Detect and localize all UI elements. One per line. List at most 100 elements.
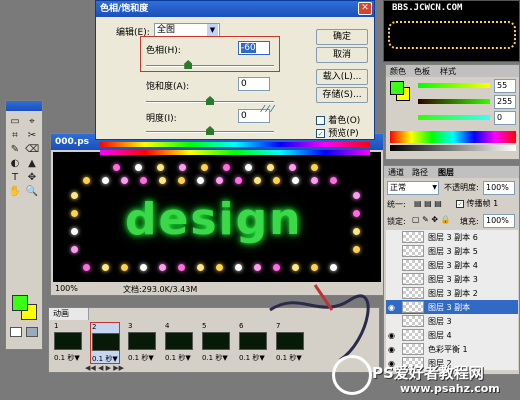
layer-row[interactable]: 图层 3 <box>386 314 518 329</box>
screen-mode-icon[interactable] <box>26 327 38 337</box>
layer-row[interactable]: ◉ 色彩平衡 1 <box>386 342 518 357</box>
tool-8-icon[interactable]: ▲ <box>25 157 39 170</box>
animation-frame[interactable]: 3 0.1 秒▼ <box>127 322 157 364</box>
tab-layers[interactable]: 图层 <box>438 167 454 178</box>
save-settings-button[interactable]: 存储(S)... <box>316 87 368 103</box>
colorize-box[interactable] <box>316 115 325 125</box>
red-value-input[interactable]: 55 <box>494 79 516 93</box>
panel-foreground-swatch[interactable] <box>390 81 404 95</box>
tool-6-icon[interactable]: ⌫ <box>25 143 39 156</box>
visibility-eye-icon[interactable]: ◉ <box>388 302 400 313</box>
close-icon[interactable]: ✕ <box>358 2 372 15</box>
visibility-eye-icon[interactable] <box>388 288 400 299</box>
frame-duration[interactable]: 0.1 秒▼ <box>165 353 191 363</box>
layer-row[interactable]: 图层 3 副本 2 <box>386 286 518 301</box>
cancel-button[interactable]: 取消 <box>316 47 368 63</box>
foreground-color-swatch[interactable] <box>12 295 28 311</box>
preview-box[interactable]: ✓ <box>316 128 325 138</box>
layer-row[interactable]: 图层 3 副本 5 <box>386 244 518 259</box>
fill-value: 100% <box>486 216 509 225</box>
preview-checkbox[interactable]: ✓ 预览(P) <box>316 126 359 139</box>
frame-duration[interactable]: 0.1 秒▼ <box>54 353 80 363</box>
red-slider[interactable] <box>418 83 490 88</box>
edit-select[interactable]: 全图 ▼ <box>154 23 220 37</box>
opacity-input[interactable]: 100% <box>483 181 515 195</box>
layer-thumbnail <box>402 245 424 257</box>
tool-1-icon[interactable]: ▭ <box>8 115 22 128</box>
layer-row[interactable]: ◉ 图层 4 <box>386 328 518 343</box>
lock-icons[interactable]: ▢ ✎ ✥ 🔒 <box>412 215 451 224</box>
colorize-checkbox[interactable]: 着色(O) <box>316 113 360 126</box>
hue-value: -60 <box>241 43 256 53</box>
dialog-titlebar[interactable]: 色相/饱和度 ✕ <box>96 1 374 17</box>
frame-duration[interactable]: 0.1 秒▼ <box>92 354 118 364</box>
tab-swatches[interactable]: 色板 <box>414 66 430 77</box>
blue-value-input[interactable]: 0 <box>494 111 516 125</box>
animation-frame[interactable]: 1 0.1 秒▼ <box>53 322 83 364</box>
visibility-eye-icon[interactable]: ◉ <box>388 344 400 355</box>
frame-number: 6 <box>239 322 244 330</box>
tool-2-icon[interactable]: ⌖ <box>25 115 39 128</box>
frame-duration[interactable]: 0.1 秒▼ <box>202 353 228 363</box>
propagate-checkbox[interactable]: ✓ 传播帧 1 <box>456 198 498 209</box>
animation-frame[interactable]: 2 0.1 秒▼ <box>90 322 120 364</box>
blue-slider[interactable] <box>418 115 490 120</box>
frame-number: 2 <box>92 323 97 331</box>
toolbox-titlebar[interactable] <box>6 101 42 111</box>
document-canvas[interactable]: design <box>53 152 381 282</box>
visibility-eye-icon[interactable] <box>388 274 400 285</box>
hue-input[interactable]: -60 <box>238 41 270 55</box>
eyedropper-icon[interactable]: ⁄ ⁄ ⁄ <box>262 104 273 115</box>
visibility-eye-icon[interactable] <box>388 246 400 257</box>
visibility-eye-icon[interactable] <box>388 316 400 327</box>
visibility-eye-icon[interactable] <box>388 260 400 271</box>
zoom-level[interactable]: 100% <box>55 284 78 293</box>
tool-3-icon[interactable]: ⌗ <box>8 129 22 142</box>
layer-name: 图层 3 副本 <box>428 303 471 312</box>
tool-11-icon[interactable]: ✋ <box>8 185 22 198</box>
layer-row[interactable]: 图层 3 副本 6 <box>386 230 518 245</box>
hue-slider-track[interactable] <box>146 65 274 67</box>
propagate-box[interactable]: ✓ <box>456 199 464 208</box>
chevron-down-icon[interactable]: ▼ <box>207 24 218 36</box>
fill-input[interactable]: 100% <box>483 214 515 228</box>
tool-10-icon[interactable]: ✥ <box>25 171 39 184</box>
saturation-slider-thumb[interactable] <box>206 96 214 105</box>
ok-button[interactable]: 确定 <box>316 29 368 45</box>
tool-9-icon[interactable]: T <box>8 171 22 184</box>
layer-row[interactable]: 图层 3 副本 3 <box>386 272 518 287</box>
grayscale-ramp[interactable] <box>390 145 516 151</box>
unify-icons[interactable]: ▤ ▤ ▤ <box>414 199 442 208</box>
light-dot <box>292 177 299 184</box>
layer-row[interactable]: 图层 3 副本 4 <box>386 258 518 273</box>
color-spectrum-ramp[interactable] <box>390 131 516 143</box>
green-value-input[interactable]: 255 <box>494 95 516 109</box>
visibility-eye-icon[interactable]: ◉ <box>388 330 400 341</box>
frame-duration[interactable]: 0.1 秒▼ <box>128 353 154 363</box>
tool-12-icon[interactable]: 🔍 <box>25 185 39 198</box>
tab-styles[interactable]: 样式 <box>440 66 456 77</box>
tab-channels[interactable]: 通道 <box>388 167 404 178</box>
layer-name: 图层 3 副本 3 <box>428 275 478 284</box>
green-slider[interactable] <box>418 99 490 104</box>
tool-4-icon[interactable]: ✂ <box>25 129 39 142</box>
tool-7-icon[interactable]: ◐ <box>8 157 22 170</box>
load-button[interactable]: 载入(L)... <box>316 69 368 85</box>
tab-color[interactable]: 颜色 <box>390 66 406 77</box>
blend-mode-select[interactable]: 正常 ▼ <box>387 181 439 195</box>
light-dot <box>83 264 90 271</box>
frame-number: 1 <box>54 322 59 330</box>
tool-5-icon[interactable]: ✎ <box>8 143 22 156</box>
animation-tab[interactable]: 动画 <box>49 308 89 320</box>
color-panel-tabs: 颜色 色板 样式 <box>386 65 519 77</box>
hue-saturation-dialog: 色相/饱和度 ✕ 编辑(E): 全图 ▼ 色相(H): -60 饱和度(A): … <box>95 0 375 140</box>
visibility-eye-icon[interactable] <box>388 232 400 243</box>
tab-paths[interactable]: 路径 <box>412 167 428 178</box>
saturation-input[interactable]: 0 <box>238 77 270 91</box>
layer-row[interactable]: ◉ 图层 3 副本 <box>386 300 518 315</box>
blend-mode-chevron-icon[interactable]: ▼ <box>432 182 437 194</box>
animation-frame[interactable]: 5 0.1 秒▼ <box>201 322 231 364</box>
animation-frame[interactable]: 4 0.1 秒▼ <box>164 322 194 364</box>
quickmask-icon[interactable] <box>10 327 22 337</box>
lightness-slider-thumb[interactable] <box>206 126 214 135</box>
